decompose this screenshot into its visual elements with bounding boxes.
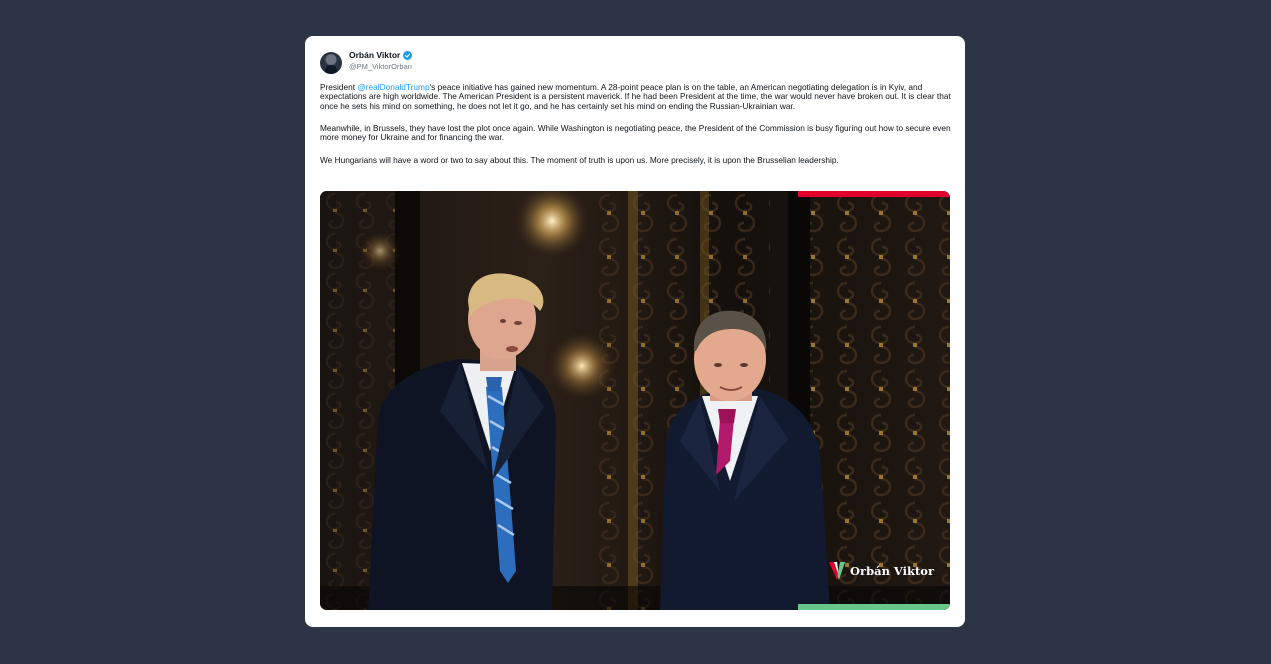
flag-green-stripe (798, 604, 950, 610)
photo-scene (320, 191, 950, 610)
post-paragraph-3: We Hungarians will have a word or two to… (320, 154, 839, 165)
post-text: President @realDonaldTrump's peace initi… (320, 82, 952, 178)
avatar[interactable] (320, 52, 342, 74)
author-name[interactable]: Orbán Viktor (349, 50, 400, 60)
post-photo[interactable]: Orbán Viktor (320, 191, 950, 610)
verified-badge-icon (403, 50, 413, 60)
post-card: Orbán Viktor @PM_ViktorOrban President @… (305, 36, 965, 627)
post-paragraph-2: Meanwhile, in Brussels, they have lost t… (320, 123, 951, 143)
author-handle[interactable]: @PM_ViktorOrban (349, 62, 412, 71)
watermark: Orbán Viktor (828, 561, 934, 581)
post-paragraph-1: President @realDonaldTrump's peace initi… (320, 82, 951, 111)
author-row: Orbán Viktor (349, 50, 413, 60)
flag-red-stripe (798, 191, 950, 197)
watermark-text: Orbán Viktor (850, 564, 935, 578)
orban-logo-icon (829, 562, 845, 580)
